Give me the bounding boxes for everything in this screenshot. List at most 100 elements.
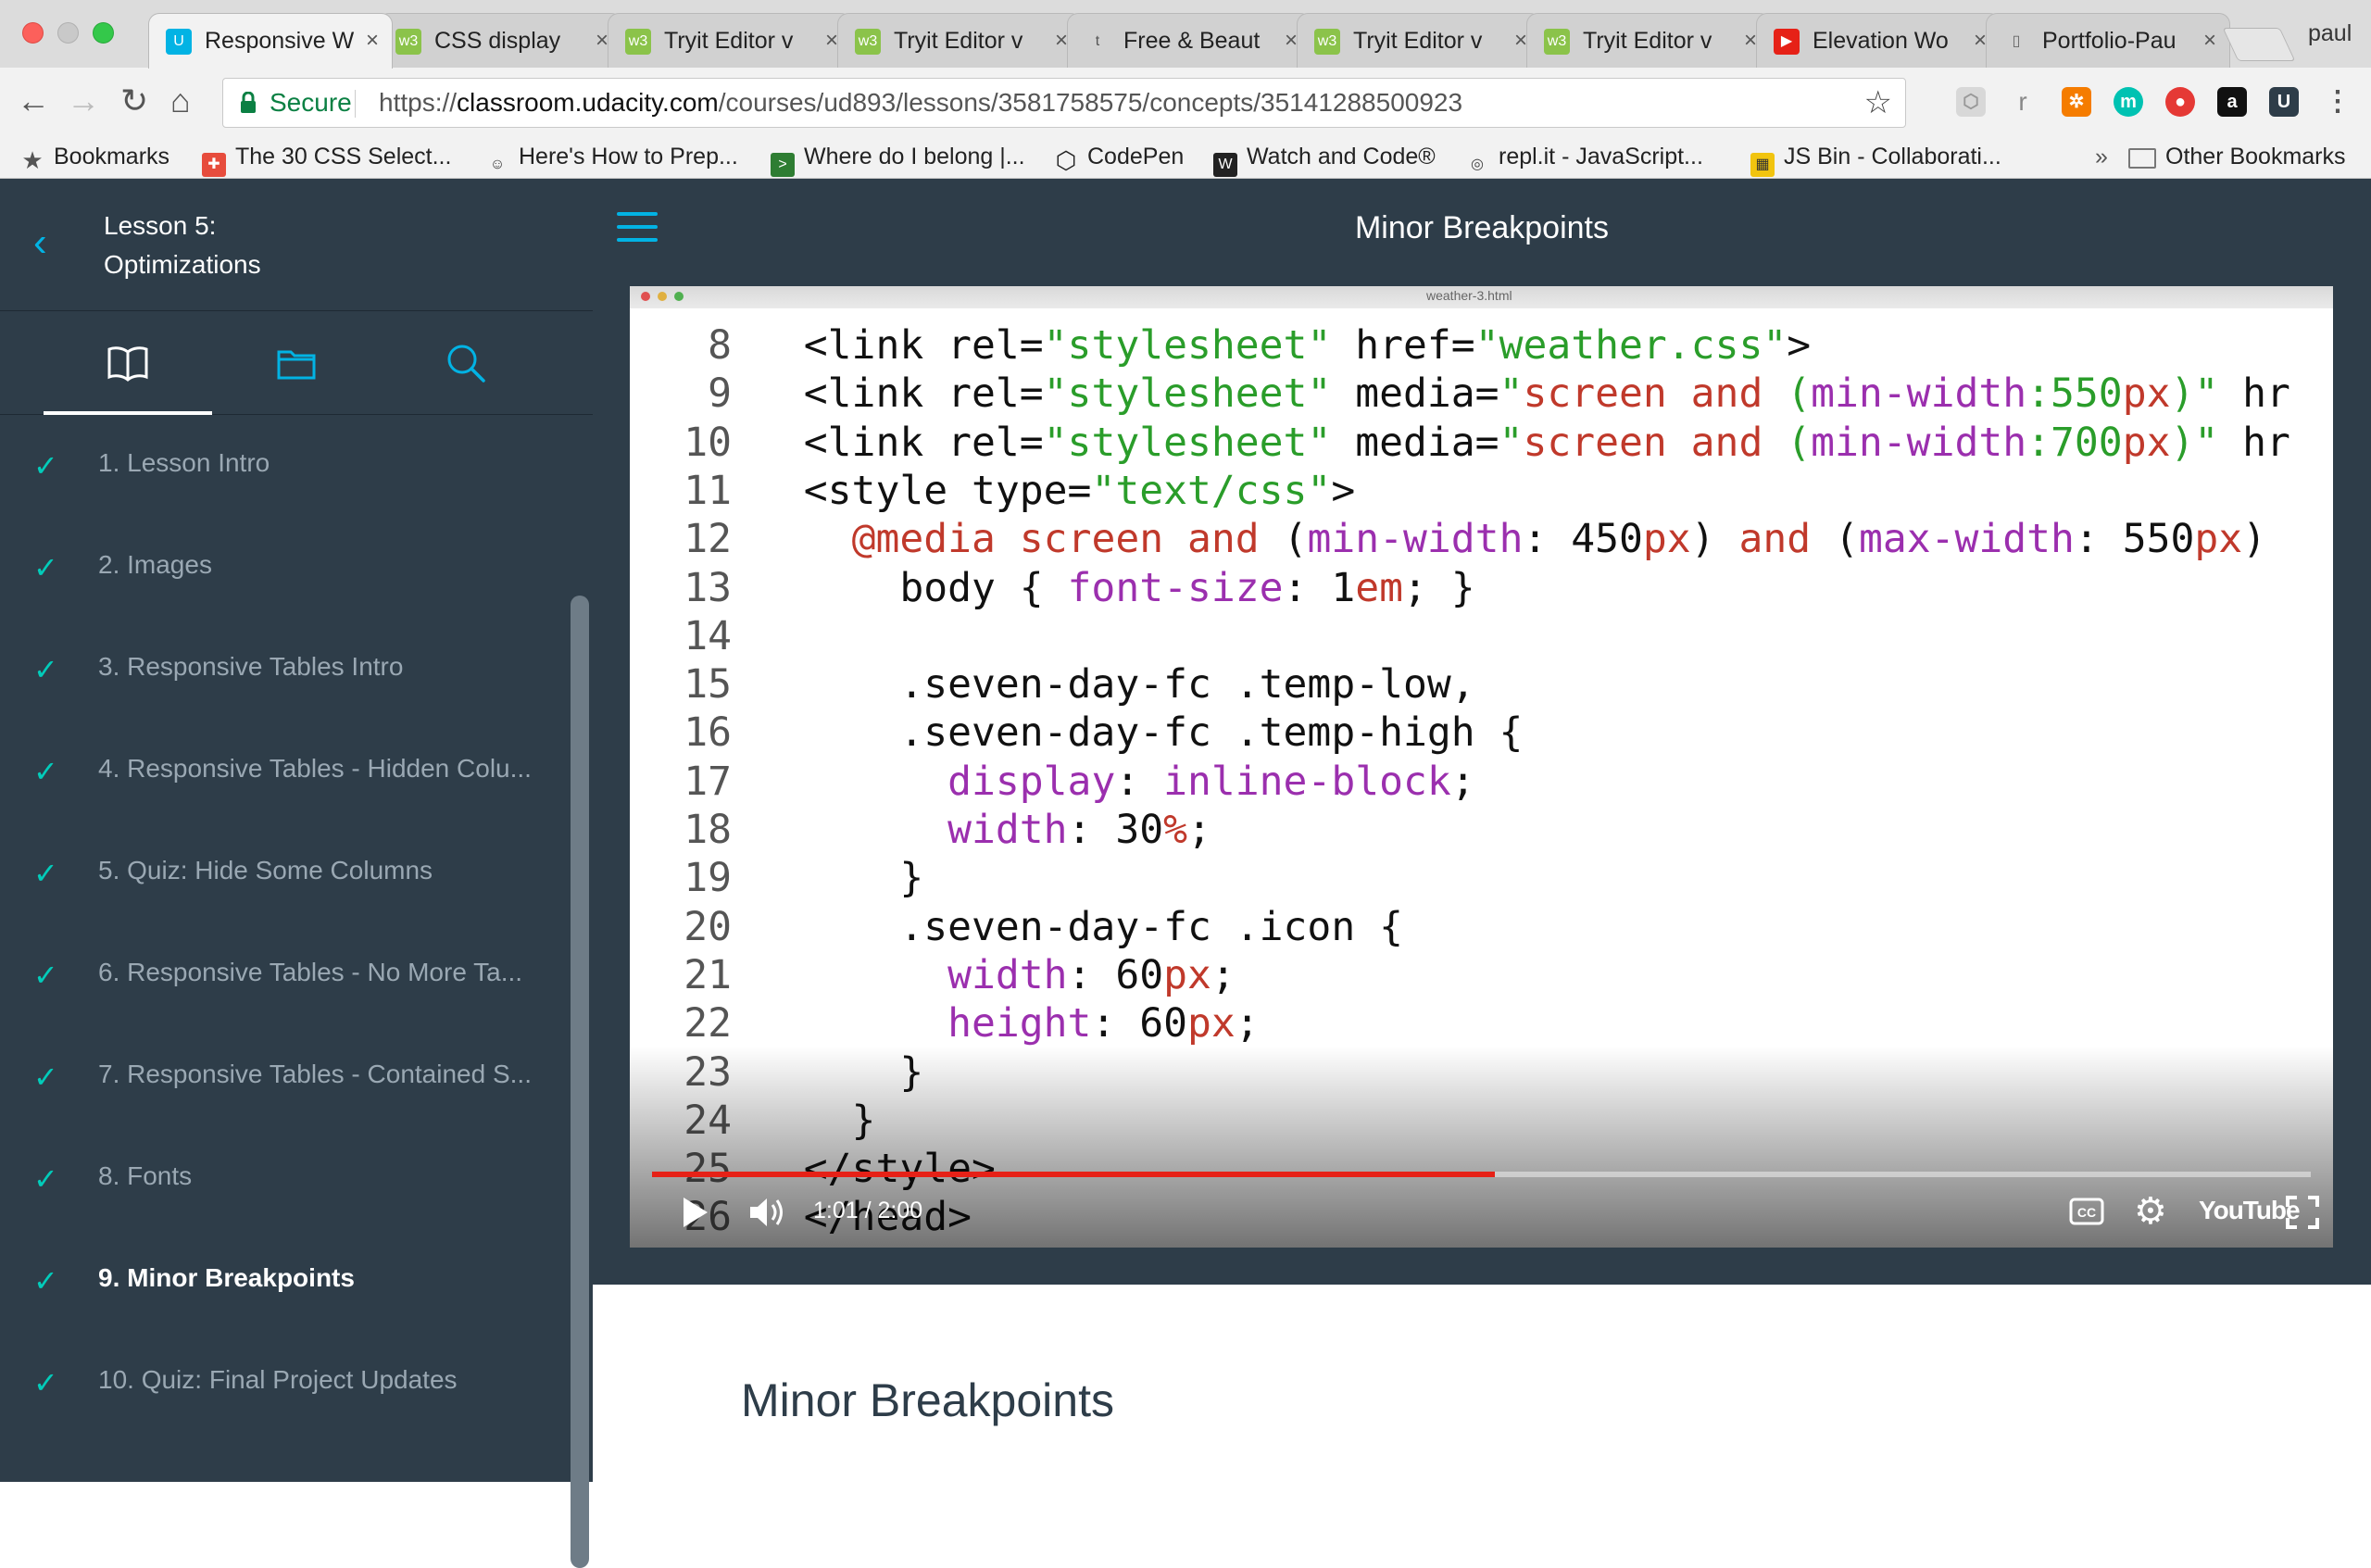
browser-tab[interactable]: w3 Tryit Editor v ×: [1297, 13, 1541, 68]
url-scheme: https://: [379, 88, 458, 117]
sidebar-item-label: 8. Fonts: [98, 1161, 193, 1190]
bookmarks-overflow-icon[interactable]: »: [2095, 140, 2108, 173]
hubspot-extension-icon[interactable]: ✲: [2062, 87, 2091, 117]
browser-tab[interactable]: w3 Tryit Editor v ×: [837, 13, 1082, 68]
tab-close-icon[interactable]: ×: [366, 14, 379, 68]
tab-close-icon[interactable]: ×: [596, 14, 608, 68]
browser-tab[interactable]: w3 Tryit Editor v ×: [1526, 13, 1771, 68]
sidebar-scrollbar[interactable]: [571, 596, 589, 1568]
cube-extension-icon[interactable]: ⬡: [1956, 87, 1986, 117]
udacity-extension-icon[interactable]: U: [2269, 87, 2299, 117]
back-chevron-icon[interactable]: ‹: [33, 220, 47, 266]
tutsplus-icon: ✚: [202, 153, 226, 177]
tab-close-icon[interactable]: ×: [1285, 14, 1298, 68]
sidebar-item[interactable]: ✓ 8. Fonts: [0, 1128, 565, 1230]
sidebar-item[interactable]: ✓ 5. Quiz: Hide Some Columns: [0, 822, 565, 924]
tab-title: Tryit Editor v: [1353, 28, 1483, 54]
browser-tab[interactable]: ▶ Elevation Wo ×: [1756, 13, 2001, 68]
play-icon[interactable]: [680, 1194, 711, 1231]
sidebar-item[interactable]: ✓ 2. Images: [0, 517, 565, 619]
code-line-number: 19: [684, 855, 732, 902]
sidebar-item[interactable]: ✓ 6. Responsive Tables - No More Ta...: [0, 924, 565, 1026]
sidebar-item[interactable]: ✓ 7. Responsive Tables - Contained S...: [0, 1026, 565, 1128]
browser-tab[interactable]: t Free & Beaut ×: [1067, 13, 1311, 68]
tab-title: CSS display: [434, 28, 561, 54]
sidebar-item[interactable]: ✓ 4. Responsive Tables - Hidden Colu...: [0, 721, 565, 822]
tab-search[interactable]: [381, 311, 549, 415]
bookmark-item[interactable]: ☺ Here's How to Prep...: [485, 140, 738, 177]
fullscreen-icon[interactable]: [2286, 1196, 2319, 1229]
star-icon: ★: [21, 146, 44, 174]
video-player[interactable]: weather-3.html 8 <link rel="stylesheet" …: [630, 286, 2333, 1248]
browser-tab[interactable]: w3 CSS display ×: [378, 13, 622, 68]
bookmark-item[interactable]: ★ Bookmarks: [20, 140, 169, 173]
sidebar-item[interactable]: ✓ 9. Minor Breakpoints: [0, 1230, 565, 1332]
volume-icon[interactable]: [748, 1194, 787, 1231]
jsbin-icon: ▦: [1750, 153, 1775, 177]
svg-text:CC: CC: [2077, 1205, 2096, 1220]
tomato-extension-icon[interactable]: ●: [2165, 87, 2195, 117]
bookmark-item[interactable]: ✚ The 30 CSS Select...: [202, 140, 451, 177]
tab-close-icon[interactable]: ×: [1744, 14, 1757, 68]
sidebar-item[interactable]: ✓ 3. Responsive Tables Intro: [0, 619, 565, 721]
code-line-number: 18: [684, 807, 732, 853]
tab-close-icon[interactable]: ×: [1514, 14, 1527, 68]
tab-title: Responsive W: [205, 28, 355, 54]
browser-tab[interactable]: U Responsive W ×: [148, 13, 393, 69]
back-arrow-icon[interactable]: ←: [17, 82, 50, 119]
tab-close-icon[interactable]: ×: [825, 14, 838, 68]
sidebar-item[interactable]: ✓ 1. Lesson Intro: [0, 415, 565, 517]
tab-close-icon[interactable]: ×: [1974, 14, 1987, 68]
code-line-number: 14: [684, 612, 732, 659]
code-line: }: [756, 855, 924, 902]
bookmark-label: Bookmarks: [54, 144, 170, 169]
code-line: .seven-day-fc .icon {: [756, 903, 1403, 950]
maximize-window-button[interactable]: [93, 22, 114, 44]
bookmark-star-icon[interactable]: ☆: [1864, 84, 1892, 121]
tab-resources[interactable]: [212, 311, 381, 415]
video-progress-bar[interactable]: [652, 1172, 2311, 1177]
close-window-button[interactable]: [22, 22, 44, 44]
amazon-extension-icon[interactable]: a: [2217, 87, 2247, 117]
url-text[interactable]: https://classroom.udacity.com/courses/ud…: [379, 88, 1462, 118]
main-content: Minor Breakpoints weather-3.html 8 <link…: [593, 179, 2371, 1482]
r-extension-icon[interactable]: r: [2008, 87, 2038, 117]
m-extension-icon[interactable]: m: [2114, 87, 2143, 117]
bookmark-item[interactable]: > Where do I belong |...: [771, 140, 1025, 177]
tab-concepts[interactable]: [44, 311, 212, 415]
new-tab-button[interactable]: [2222, 28, 2296, 61]
sidebar-item[interactable]: ✓ 10. Quiz: Final Project Updates: [0, 1332, 565, 1434]
bookmark-item[interactable]: W Watch and Code®: [1213, 140, 1436, 177]
udacity-icon: U: [166, 29, 192, 55]
browser-tab[interactable]: ▯ Portfolio-Pau ×: [1986, 13, 2230, 68]
sidebar-item-label: 1. Lesson Intro: [98, 448, 270, 477]
bookmark-item[interactable]: ⬡ CodePen: [1054, 140, 1185, 173]
profile-name[interactable]: paul: [2308, 20, 2352, 47]
address-separator: [355, 90, 356, 118]
url-host: classroom.udacity.com: [457, 88, 719, 117]
bookmark-item[interactable]: ◎ repl.it - JavaScript...: [1465, 140, 1703, 177]
reload-icon[interactable]: ↻: [120, 82, 148, 119]
address-bar[interactable]: Secure https://classroom.udacity.com/cou…: [222, 78, 1906, 128]
tab-close-icon[interactable]: ×: [1055, 14, 1068, 68]
video-editor-titlebar: weather-3.html: [630, 286, 2333, 308]
forward-arrow-icon[interactable]: →: [67, 82, 100, 119]
w3schools-icon: w3: [625, 29, 651, 55]
secure-label: Secure: [270, 88, 352, 117]
bookmark-item[interactable]: ▦ JS Bin - Collaborati...: [1750, 140, 2001, 177]
tab-title: Tryit Editor v: [1583, 28, 1712, 54]
minimize-window-button[interactable]: [57, 22, 79, 44]
home-icon[interactable]: ⌂: [170, 82, 191, 119]
w3schools-icon: w3: [855, 29, 881, 55]
code-line-number: 9: [708, 370, 732, 418]
browser-tab[interactable]: w3 Tryit Editor v ×: [608, 13, 852, 68]
settings-gear-icon[interactable]: ⚙: [2134, 1190, 2167, 1233]
tab-close-icon[interactable]: ×: [2203, 14, 2216, 68]
code-line-number: 8: [708, 322, 732, 369]
youtube-logo-icon[interactable]: YouTube: [2199, 1196, 2301, 1225]
other-bookmarks[interactable]: Other Bookmarks: [2128, 140, 2346, 173]
menu-kebab-icon[interactable]: ⋮: [2323, 87, 2352, 117]
closed-captions-icon[interactable]: CC: [2069, 1198, 2104, 1225]
checkmark-icon: ✓: [33, 755, 58, 788]
youtube-icon: ▶: [1774, 29, 1800, 55]
